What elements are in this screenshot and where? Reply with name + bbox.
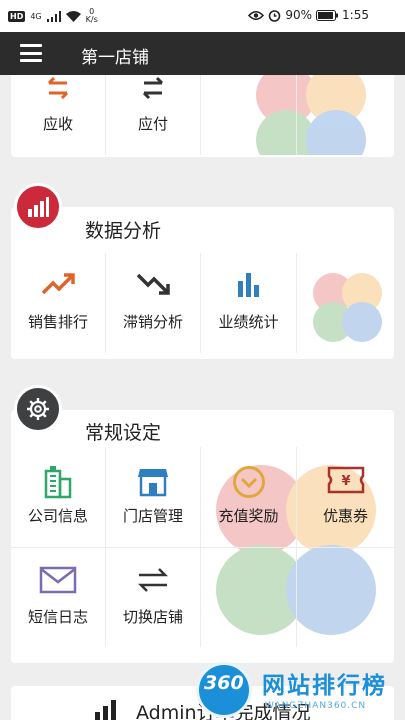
grid-item-empty: [201, 75, 297, 155]
settings-title: 常规设定: [85, 422, 162, 444]
hamburger-menu-icon[interactable]: [20, 44, 42, 62]
grid-item-empty: [297, 253, 394, 353]
envelope-icon: [11, 566, 105, 594]
grid-item-label: 公司信息: [27, 507, 88, 525]
grid-item-empty: [201, 547, 297, 647]
status-bar: HD 4G 0 K/s 90% 1:55: [0, 0, 405, 32]
grid-item-coupon[interactable]: ¥ 优惠券: [297, 447, 394, 547]
settings-badge: [14, 385, 62, 433]
settings-card: 常规设定 公司信息 门店管理 充值奖励 ¥ 优惠券 短信日志 切换店铺: [11, 410, 394, 663]
grid-item-empty: [297, 547, 394, 647]
signal-indicator: 4G: [30, 11, 42, 21]
payable-arrows-icon: [106, 75, 200, 103]
clock: 1:55: [342, 8, 369, 22]
status-left: HD 4G 0 K/s: [8, 8, 98, 24]
grid-item-recharge-reward[interactable]: 充值奖励: [201, 447, 297, 547]
watermark-badge: 360: [204, 672, 244, 694]
app-bar: 第一店铺: [0, 32, 405, 75]
grid-item-sales-ranking[interactable]: 销售排行: [11, 253, 106, 353]
grid-item-label: 优惠券: [322, 507, 368, 525]
analysis-badge: [14, 183, 62, 231]
battery-percent: 90%: [285, 8, 313, 22]
bar-chart-icon: [28, 197, 49, 217]
hd-badge: HD: [8, 10, 26, 22]
analysis-card: 数据分析 销售排行 滞销分析 业绩统计: [11, 207, 394, 359]
trend-down-icon: [106, 271, 200, 297]
bar-chart-icon: [95, 700, 116, 720]
net-speed: 0 K/s: [85, 7, 98, 24]
check-circle-icon: [201, 465, 296, 499]
store-icon: [106, 465, 200, 497]
grid-item-empty: [297, 75, 394, 155]
trend-up-icon: [11, 271, 105, 297]
grid-item-switch-store[interactable]: 切换店铺: [106, 547, 201, 647]
coupon-icon: ¥: [297, 465, 394, 495]
analysis-grid: 销售排行 滞销分析 业绩统计: [11, 253, 394, 353]
grid-item-sms-log[interactable]: 短信日志: [11, 547, 106, 647]
grid-item-label: 充值奖励: [218, 507, 279, 525]
status-right: 90% 1:55: [248, 8, 369, 22]
wifi-icon: [65, 10, 81, 22]
battery-icon: [316, 9, 339, 21]
grid-item-receivable[interactable]: 应收: [11, 75, 106, 155]
settings-grid: 公司信息 门店管理 充值奖励 ¥ 优惠券 短信日志 切换店铺: [11, 447, 394, 647]
building-icon: [11, 465, 105, 499]
gear-icon: [27, 398, 49, 420]
switch-arrows-icon: [106, 566, 200, 594]
grid-item-slow-sales[interactable]: 滞销分析: [106, 253, 201, 353]
grid-item-label: 应付: [137, 115, 168, 133]
app-title: 第一店铺: [81, 48, 149, 68]
bars-icon: [201, 271, 296, 297]
eye-icon: [248, 10, 265, 20]
grid-item-label: 门店管理: [122, 507, 183, 525]
alarm-icon: [269, 9, 281, 22]
svg-text:¥: ¥: [341, 474, 350, 489]
clover-watermark-icon: [313, 273, 382, 342]
site-watermark: 360 网站排行榜 WANGZHAN360.CN: [190, 660, 405, 720]
grid-item-label: 应收: [42, 115, 73, 133]
watermark-sub: WANGZHAN360.CN: [265, 701, 367, 711]
grid-item-label: 短信日志: [27, 608, 88, 626]
grid-item-label: 滞销分析: [122, 313, 183, 331]
finance-card: 应收 应付: [11, 75, 394, 157]
grid-item-label: 销售排行: [27, 313, 88, 331]
grid-item-payable[interactable]: 应付: [106, 75, 201, 155]
receivable-arrows-icon: [11, 75, 105, 103]
watermark-text: 网站排行榜: [262, 673, 387, 699]
signal-strength-icon: [46, 10, 61, 22]
grid-item-store-management[interactable]: 门店管理: [106, 447, 201, 547]
grid-item-performance[interactable]: 业绩统计: [201, 253, 297, 353]
grid-item-company-info[interactable]: 公司信息: [11, 447, 106, 547]
analysis-title: 数据分析: [85, 220, 162, 242]
grid-item-label: 切换店铺: [122, 608, 183, 626]
finance-grid: 应收 应付: [11, 75, 394, 155]
grid-item-label: 业绩统计: [218, 313, 279, 331]
